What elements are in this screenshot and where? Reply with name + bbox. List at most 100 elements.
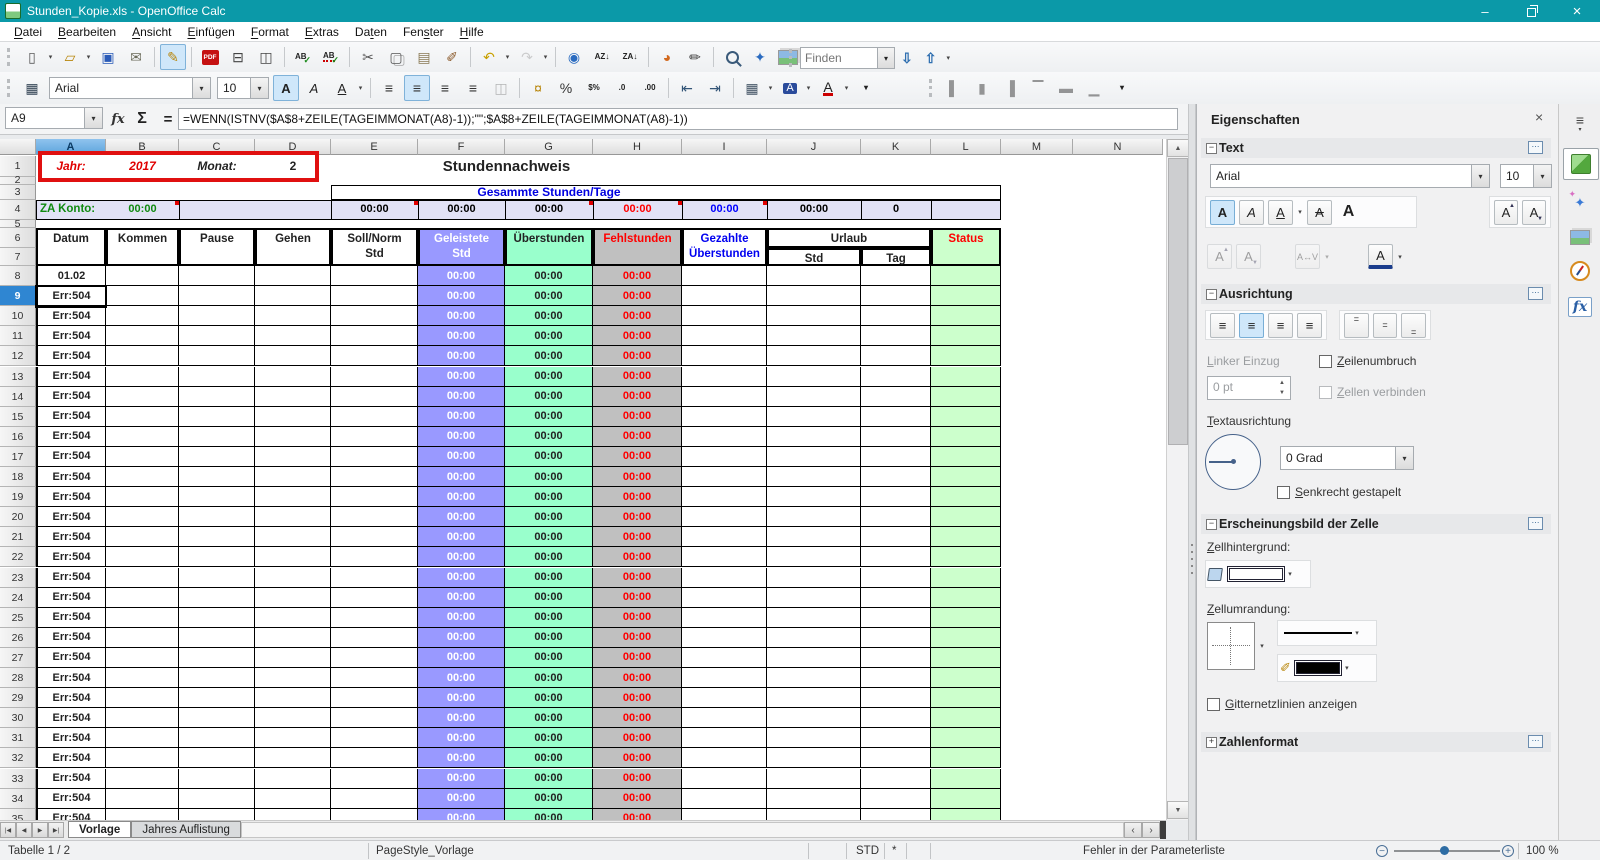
cell-L11[interactable] — [931, 326, 1001, 347]
collapse-icon[interactable]: − — [1206, 518, 1217, 530]
cell-E35[interactable] — [331, 808, 418, 820]
underline-dropdown-icon[interactable]: ▾ — [356, 84, 365, 92]
underline-dropdown-icon[interactable]: ▾ — [1295, 208, 1305, 216]
cell-I14[interactable] — [682, 386, 767, 407]
paste-icon[interactable]: ▤ — [411, 44, 437, 70]
row-header-19[interactable]: 19 — [0, 487, 36, 508]
sidebar-font-size-combobox[interactable]: 10 ▾ — [1500, 164, 1552, 188]
send-email-icon[interactable]: ✉ — [123, 44, 149, 70]
row-header-3[interactable]: 3 — [0, 184, 36, 200]
cell-H18[interactable]: 00:00 — [593, 467, 682, 488]
increase-font-size-icon[interactable]: A — [1494, 199, 1518, 225]
cell-A29[interactable]: Err:504 — [36, 688, 106, 709]
cell-I24[interactable] — [682, 587, 767, 608]
cell-B10[interactable] — [106, 306, 179, 327]
chevron-down-icon[interactable]: ▾ — [1533, 165, 1551, 187]
cell-K16[interactable] — [861, 426, 931, 447]
cell-C32[interactable] — [179, 748, 255, 769]
number-percent-icon[interactable]: % — [553, 75, 579, 101]
zoom-out-icon[interactable]: − — [1376, 845, 1388, 857]
cell-J22[interactable] — [767, 547, 861, 568]
align-right-icon[interactable]: ≡ — [1268, 312, 1293, 338]
col-header-K[interactable]: K — [861, 139, 931, 155]
cell-H13[interactable]: 00:00 — [593, 366, 682, 387]
minimize-icon[interactable]: – — [1462, 0, 1508, 22]
toolbar-handle[interactable] — [7, 79, 14, 97]
cell-K35[interactable] — [861, 808, 931, 820]
row-header-21[interactable]: 21 — [0, 527, 36, 548]
cell-J18[interactable] — [767, 467, 861, 488]
cell-D11[interactable] — [255, 326, 331, 347]
row-header-28[interactable]: 28 — [0, 668, 36, 689]
last-sheet-icon[interactable]: ▶| — [48, 822, 64, 838]
cell-G28[interactable]: 00:00 — [505, 668, 593, 689]
background-color-swatch[interactable] — [1227, 566, 1285, 582]
cell-K33[interactable] — [861, 768, 931, 789]
cell-L12[interactable] — [931, 346, 1001, 367]
cell-G33[interactable]: 00:00 — [505, 768, 593, 789]
cell-G35[interactable]: 00:00 — [505, 808, 593, 820]
row-header-24[interactable]: 24 — [0, 587, 36, 608]
cell-H24[interactable]: 00:00 — [593, 587, 682, 608]
equals-icon[interactable]: = — [156, 107, 180, 131]
save-icon[interactable]: ▣ — [95, 44, 121, 70]
cell-B13[interactable] — [106, 366, 179, 387]
undo-icon[interactable]: ↶ — [476, 44, 502, 70]
cell-A19[interactable]: Err:504 — [36, 487, 106, 508]
cell-I33[interactable] — [682, 768, 767, 789]
cell-F31[interactable]: 00:00 — [418, 728, 505, 749]
cell-I15[interactable] — [682, 406, 767, 427]
row-header-16[interactable]: 16 — [0, 426, 36, 447]
previous-sheet-icon[interactable]: ◀ — [16, 822, 32, 838]
cell-A13[interactable]: Err:504 — [36, 366, 106, 387]
cell-E20[interactable] — [331, 507, 418, 528]
za-cell-G[interactable]: 00:00 — [505, 200, 593, 220]
cell-J30[interactable] — [767, 708, 861, 729]
collapse-icon[interactable]: − — [1206, 142, 1217, 154]
first-sheet-icon[interactable]: |◀ — [0, 822, 16, 838]
cell-K22[interactable] — [861, 547, 931, 568]
cell-H32[interactable]: 00:00 — [593, 748, 682, 769]
function-wizard-icon[interactable]: fx — [106, 107, 130, 131]
cell-K30[interactable] — [861, 708, 931, 729]
cell-H17[interactable]: 00:00 — [593, 446, 682, 467]
cell-C16[interactable] — [179, 426, 255, 447]
cell-D15[interactable] — [255, 406, 331, 427]
italic-icon[interactable]: A — [301, 75, 327, 101]
cell-B18[interactable] — [106, 467, 179, 488]
row-header-4[interactable]: 4 — [0, 200, 36, 220]
cell-D34[interactable] — [255, 788, 331, 809]
cell-D24[interactable] — [255, 587, 331, 608]
cell-D18[interactable] — [255, 467, 331, 488]
cell-G24[interactable]: 00:00 — [505, 587, 593, 608]
menu-fenster[interactable]: Fenster — [395, 22, 452, 42]
cell-F26[interactable]: 00:00 — [418, 627, 505, 648]
cell-F21[interactable]: 00:00 — [418, 527, 505, 548]
header-gehen[interactable]: Gehen — [255, 227, 331, 266]
cell-F22[interactable]: 00:00 — [418, 547, 505, 568]
cell-B21[interactable] — [106, 527, 179, 548]
cell-E11[interactable] — [331, 326, 418, 347]
cell-K19[interactable] — [861, 487, 931, 508]
cell-K8[interactable] — [861, 266, 931, 287]
cell-H34[interactable]: 00:00 — [593, 788, 682, 809]
font-color-dropdown-icon[interactable]: ▾ — [1395, 253, 1405, 261]
cell-B31[interactable] — [106, 728, 179, 749]
number-standard-icon[interactable]: $% — [581, 75, 607, 101]
cell-J27[interactable] — [767, 647, 861, 668]
cell-J9[interactable] — [767, 286, 861, 307]
za-cell-H[interactable]: 00:00 — [593, 200, 682, 220]
cell-L34[interactable] — [931, 788, 1001, 809]
cell-C12[interactable] — [179, 346, 255, 367]
cell-F18[interactable]: 00:00 — [418, 467, 505, 488]
header-urlaub-tag[interactable]: Tag — [861, 248, 931, 266]
cell-I34[interactable] — [682, 788, 767, 809]
header-ueberstunden[interactable]: Überstunden — [505, 227, 593, 266]
cell-B17[interactable] — [106, 446, 179, 467]
cell-D30[interactable] — [255, 708, 331, 729]
align-justify-icon[interactable]: ≡ — [1297, 312, 1322, 338]
cell-A12[interactable]: Err:504 — [36, 346, 106, 367]
row-header-14[interactable]: 14 — [0, 386, 36, 407]
cell-I8[interactable] — [682, 266, 767, 287]
row-header-18[interactable]: 18 — [0, 467, 36, 488]
